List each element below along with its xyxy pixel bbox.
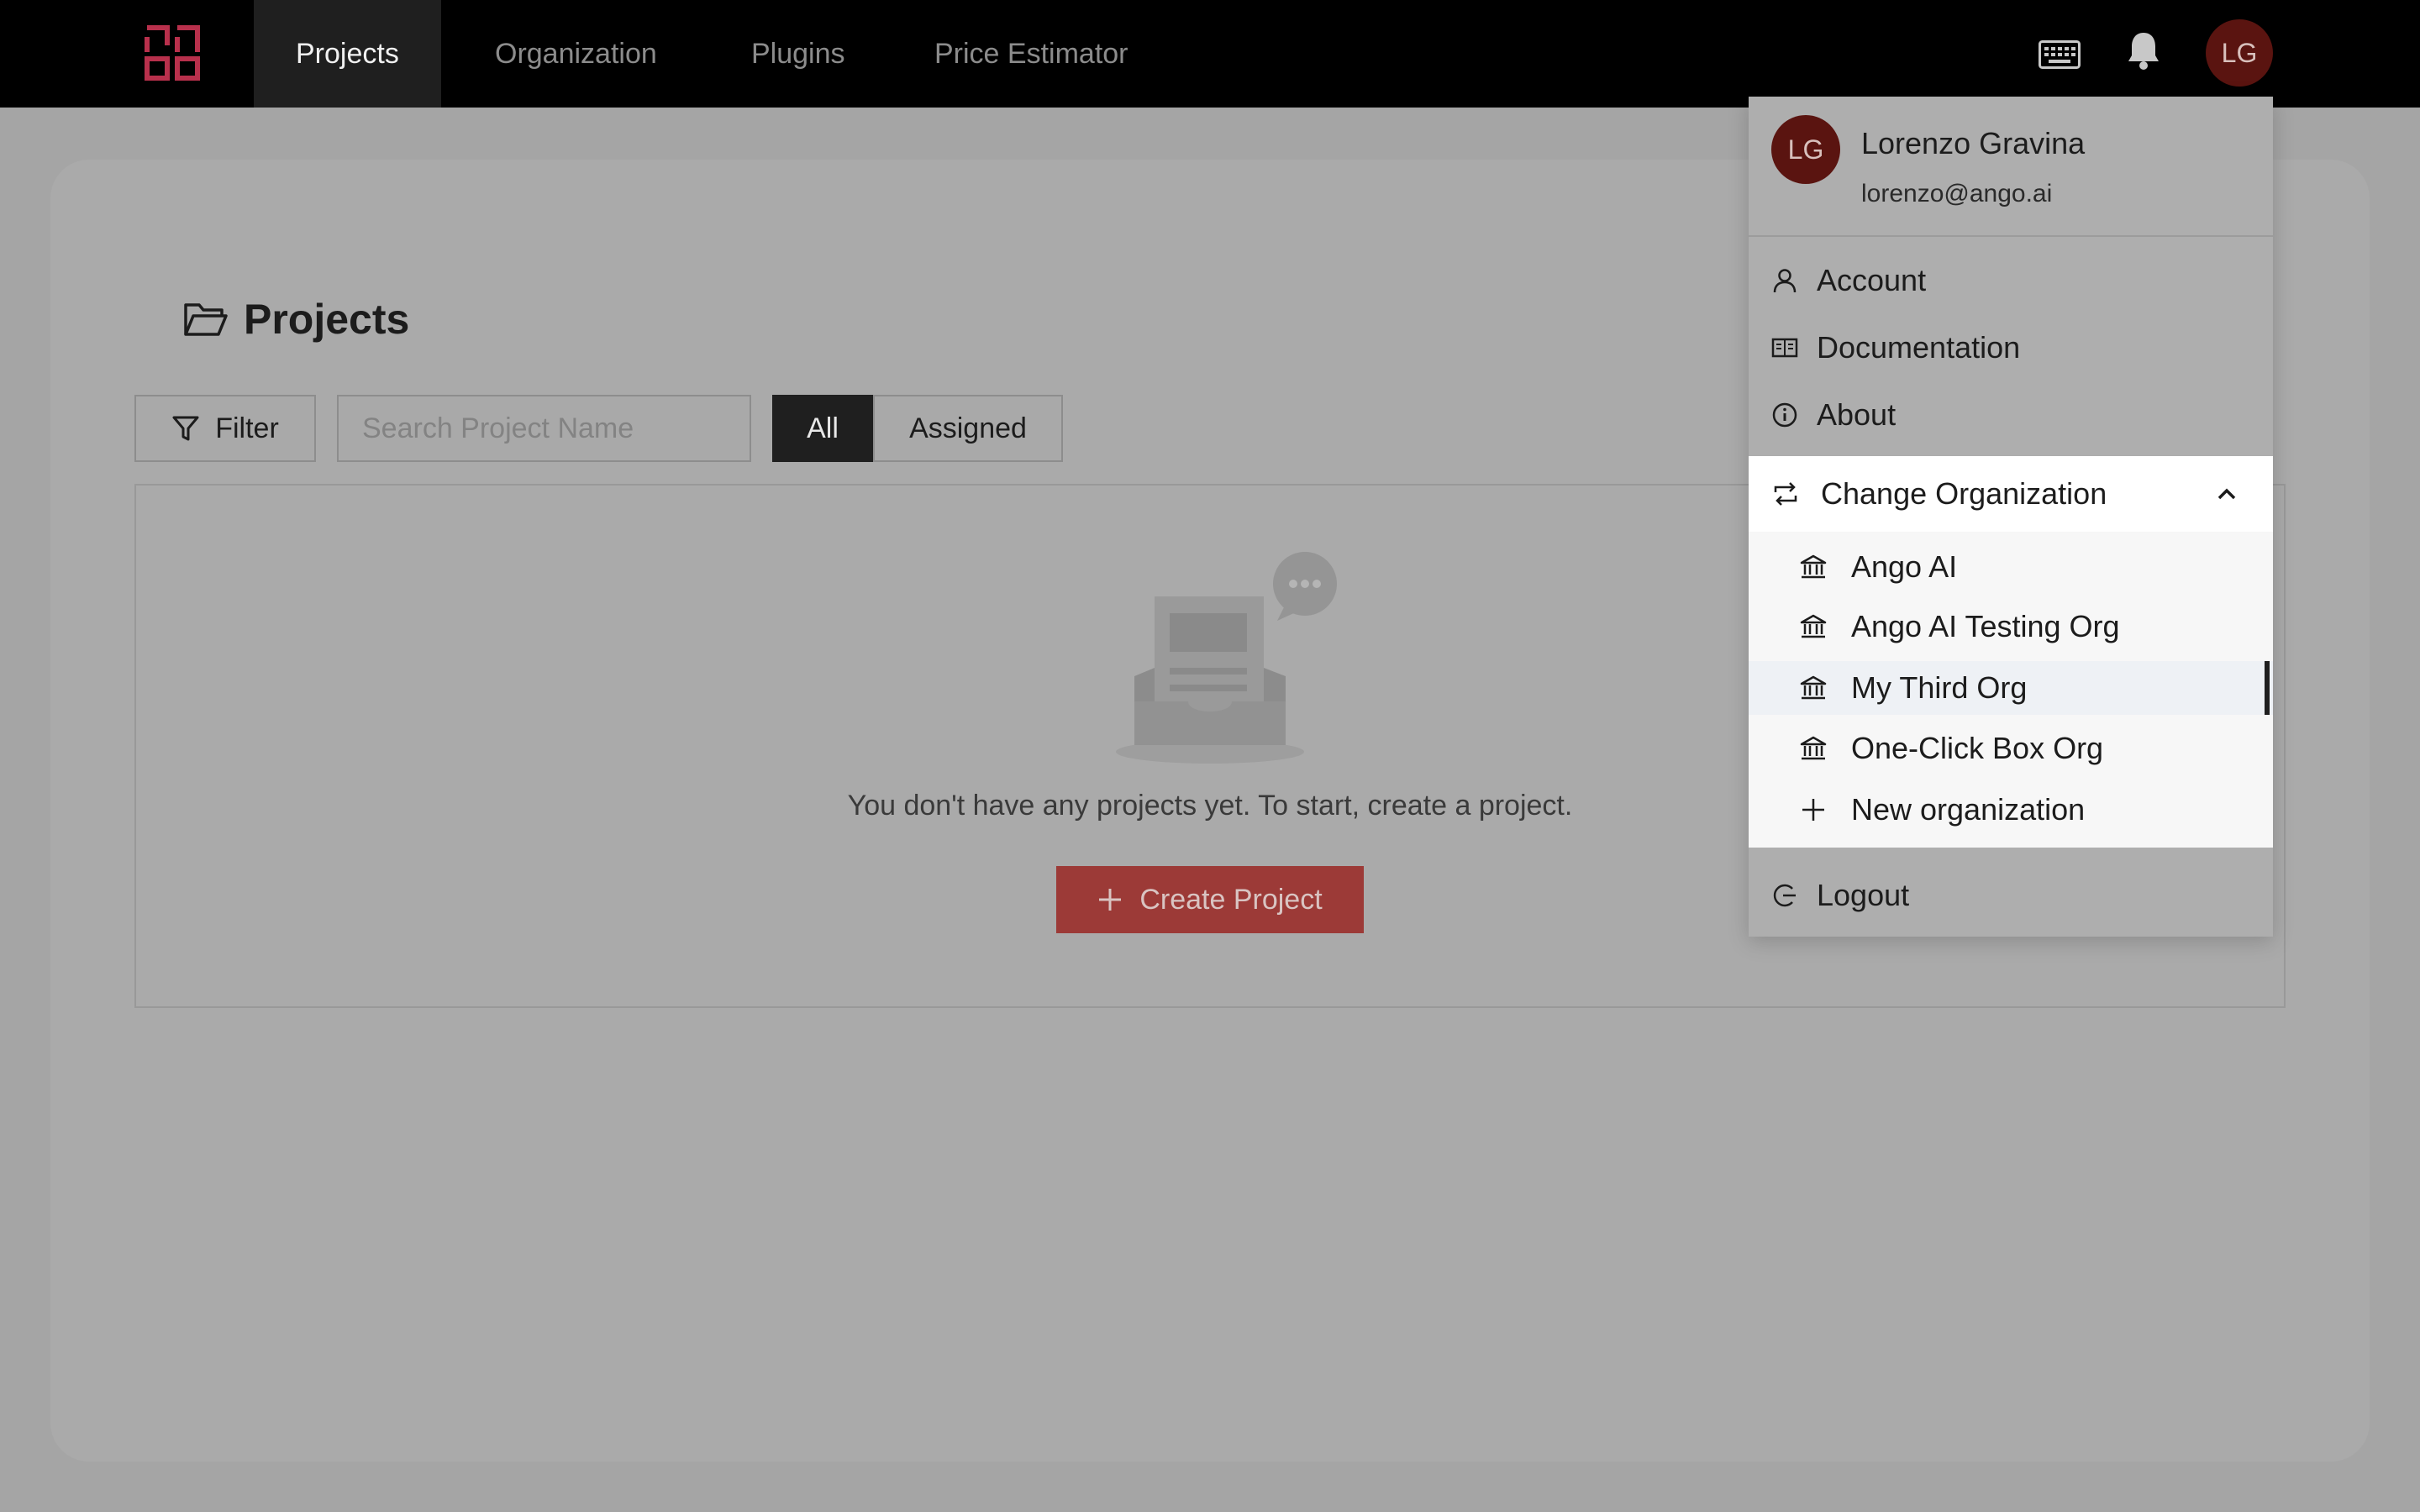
user-avatar-button[interactable]: LG	[2206, 19, 2273, 87]
org-item-ango-ai-testing-org[interactable]: Ango AI Testing Org	[1749, 600, 2273, 654]
org-name: One-Click Box Org	[1851, 731, 2104, 765]
page-title-row: Projects	[183, 294, 409, 344]
menu-item-label: Account	[1817, 263, 1927, 297]
nav-price-estimator[interactable]: Price Estimator	[934, 0, 1128, 108]
empty-inbox-icon	[1116, 552, 1337, 764]
bank-icon	[1800, 614, 1827, 638]
menu-item-about[interactable]: About	[1771, 390, 1896, 440]
segment-all[interactable]: All	[772, 395, 873, 462]
menu-item-documentation[interactable]: Documentation	[1771, 323, 2020, 373]
create-project-label: Create Project	[1139, 883, 1323, 916]
org-item-ango-ai[interactable]: Ango AI	[1749, 540, 2273, 594]
bank-icon	[1800, 736, 1827, 760]
nav-projects[interactable]: Projects	[254, 0, 441, 108]
org-item-one-click-box-org[interactable]: One-Click Box Org	[1749, 722, 2273, 775]
dropdown-avatar: LG	[1771, 115, 1840, 184]
search-project-input[interactable]	[337, 395, 751, 462]
bell-icon[interactable]	[2127, 30, 2160, 71]
menu-item-label: Documentation	[1817, 330, 2021, 365]
nav-organization[interactable]: Organization	[495, 0, 657, 108]
user-icon	[1773, 269, 1797, 293]
keyboard-icon[interactable]	[2039, 40, 2081, 69]
segment-assigned[interactable]: Assigned	[873, 395, 1063, 462]
user-name: Lorenzo Gravina	[1861, 126, 2086, 160]
new-organization-label: New organization	[1851, 792, 2086, 827]
user-email: lorenzo@ango.ai	[1861, 180, 2053, 207]
logo-icon[interactable]	[145, 25, 200, 81]
filter-button[interactable]: Filter	[134, 395, 316, 462]
folder-open-icon	[184, 303, 228, 336]
page-title: Projects	[244, 296, 410, 343]
change-organization-label: Change Organization	[1821, 476, 2107, 511]
logout-label: Logout	[1817, 878, 1910, 912]
plus-icon	[1802, 799, 1824, 821]
menu-item-label: About	[1817, 397, 1897, 432]
swap-icon	[1774, 482, 1797, 506]
org-name: Ango AI Testing Org	[1851, 609, 2120, 643]
change-organization-toggle[interactable]: Change Organization	[1749, 456, 2273, 532]
top-navbar: Projects Organization Plugins Price Esti…	[0, 0, 2420, 108]
org-name: Ango AI	[1851, 549, 1958, 584]
filter-icon	[172, 416, 199, 441]
logout-icon	[1773, 884, 1796, 907]
dropdown-divider	[1749, 235, 2273, 237]
new-organization-button[interactable]: New organization	[1749, 783, 2273, 837]
chevron-up-icon	[2217, 488, 2236, 500]
bank-icon	[1800, 554, 1827, 579]
nav-plugins[interactable]: Plugins	[751, 0, 845, 108]
create-project-button[interactable]: Create Project	[1056, 866, 1364, 933]
info-circle-icon	[1772, 402, 1797, 428]
filter-label: Filter	[215, 412, 279, 444]
menu-item-logout[interactable]: Logout	[1771, 870, 1909, 921]
plus-icon	[1099, 889, 1122, 911]
book-icon	[1771, 338, 1798, 358]
org-name: My Third Org	[1851, 670, 2028, 705]
menu-item-account[interactable]: Account	[1771, 255, 1926, 306]
bank-icon	[1800, 675, 1827, 700]
org-item-my-third-org[interactable]: My Third Org	[1749, 661, 2273, 715]
